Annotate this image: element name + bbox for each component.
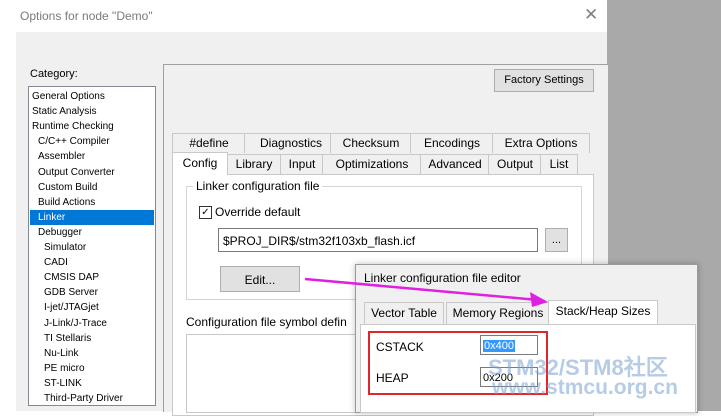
cstack-label: CSTACK bbox=[376, 340, 424, 354]
category-item[interactable]: PE micro bbox=[30, 361, 154, 376]
tab[interactable]: #define bbox=[172, 133, 246, 153]
edit-button[interactable]: Edit... bbox=[220, 266, 300, 292]
override-default-label[interactable]: Override default bbox=[215, 205, 300, 219]
linker-config-group-title: Linker configuration file bbox=[193, 179, 323, 193]
category-list[interactable]: General Options Static Analysis Runtime Ch… bbox=[28, 86, 156, 406]
category-item-label: General Options bbox=[32, 91, 105, 102]
category-item-label: PE micro bbox=[44, 362, 85, 374]
category-item[interactable]: Debugger bbox=[30, 225, 154, 240]
category-item[interactable]: GDB Server bbox=[30, 285, 154, 300]
config-file-path-input[interactable]: $PROJ_DIR$/stm32f103xb_flash.icf bbox=[218, 228, 538, 252]
heap-label: HEAP bbox=[376, 371, 409, 385]
category-item[interactable]: CMSIS DAP bbox=[30, 270, 154, 285]
tab[interactable]: Library bbox=[226, 154, 282, 174]
tab[interactable]: Advanced bbox=[420, 154, 490, 174]
category-item-label: Debugger bbox=[38, 226, 82, 238]
category-item-label: ST-LINK bbox=[44, 377, 82, 389]
category-item-label: Linker bbox=[38, 211, 66, 223]
category-item[interactable]: General Options bbox=[30, 89, 154, 104]
category-item-label: CMSIS DAP bbox=[44, 272, 100, 284]
symbol-definitions-label: Configuration file symbol defin bbox=[186, 315, 347, 329]
tab[interactable]: Checksum bbox=[330, 133, 412, 153]
category-item[interactable]: J-Link/J-Trace bbox=[30, 316, 154, 331]
tab[interactable]: Encodings bbox=[410, 133, 494, 153]
category-item-label: CADI bbox=[44, 257, 68, 269]
category-item[interactable]: TI Stellaris bbox=[30, 331, 154, 346]
watermark-url: www.stmcu.org.cn bbox=[492, 376, 678, 399]
category-item[interactable]: Output Converter bbox=[30, 165, 154, 180]
symbol-definitions-box[interactable] bbox=[186, 334, 360, 413]
category-item-label: Runtime Checking bbox=[32, 121, 114, 133]
category-item-label: TI Stellaris bbox=[44, 332, 92, 344]
category-item[interactable]: Nu-Link bbox=[30, 346, 154, 361]
category-item[interactable]: I-jet/JTAGjet bbox=[30, 300, 154, 315]
browse-button[interactable]: ... bbox=[545, 228, 568, 252]
category-item-label: Third-Party Driver bbox=[44, 393, 123, 404]
category-label: Category: bbox=[30, 68, 78, 80]
category-item[interactable]: Static Analysis bbox=[30, 104, 154, 119]
category-item-label: Simulator bbox=[44, 242, 87, 253]
category-item-label: Static Analysis bbox=[32, 106, 97, 118]
editor-tab[interactable]: Stack/Heap Sizes bbox=[548, 300, 658, 324]
category-item-label: Nu-Link bbox=[44, 347, 79, 359]
category-item[interactable]: C/C++ Compiler bbox=[30, 134, 154, 149]
category-item-label: Custom Build bbox=[38, 181, 98, 193]
category-item[interactable]: Custom Build bbox=[30, 180, 154, 195]
category-item[interactable]: Build Actions bbox=[30, 195, 154, 210]
category-item[interactable]: Simulator bbox=[30, 240, 154, 255]
category-item-label: Build Actions bbox=[38, 196, 96, 208]
factory-settings-button[interactable]: Factory Settings bbox=[494, 69, 594, 92]
tab[interactable]: Config bbox=[172, 152, 228, 175]
tab[interactable]: Diagnostics bbox=[244, 133, 338, 153]
override-default-checkbox[interactable]: ✓ bbox=[199, 206, 212, 219]
category-item[interactable]: Linker bbox=[30, 209, 154, 225]
close-icon[interactable]: ✕ bbox=[584, 5, 598, 25]
category-item-label: C/C++ Compiler bbox=[38, 136, 110, 148]
category-item-label: I-jet/JTAGjet bbox=[44, 302, 99, 314]
tab[interactable]: Extra Options bbox=[492, 133, 590, 153]
category-item[interactable]: ST-LINK bbox=[30, 376, 154, 391]
category-item[interactable]: Assembler bbox=[30, 149, 154, 164]
category-item-label: J-Link/J-Trace bbox=[44, 317, 107, 329]
category-item[interactable]: CADI bbox=[30, 255, 154, 270]
tab[interactable]: Optimizations bbox=[322, 154, 422, 174]
linker-editor-title: Linker configuration file editor bbox=[364, 271, 521, 285]
category-item-label: Assembler bbox=[38, 151, 86, 163]
category-item[interactable]: Runtime Checking bbox=[30, 119, 154, 134]
category-item[interactable]: Third-Party Driver bbox=[30, 391, 154, 405]
tab[interactable]: Output bbox=[488, 154, 542, 174]
dialog-title: Options for node "Demo" bbox=[20, 9, 153, 23]
category-item-label: GDB Server bbox=[44, 287, 98, 299]
editor-tab[interactable]: Memory Regions bbox=[446, 302, 550, 324]
tab[interactable]: Input bbox=[280, 154, 324, 174]
tab[interactable]: List bbox=[540, 154, 578, 174]
editor-tab[interactable]: Vector Table bbox=[364, 302, 444, 324]
category-item-label: Output Converter bbox=[38, 166, 115, 178]
